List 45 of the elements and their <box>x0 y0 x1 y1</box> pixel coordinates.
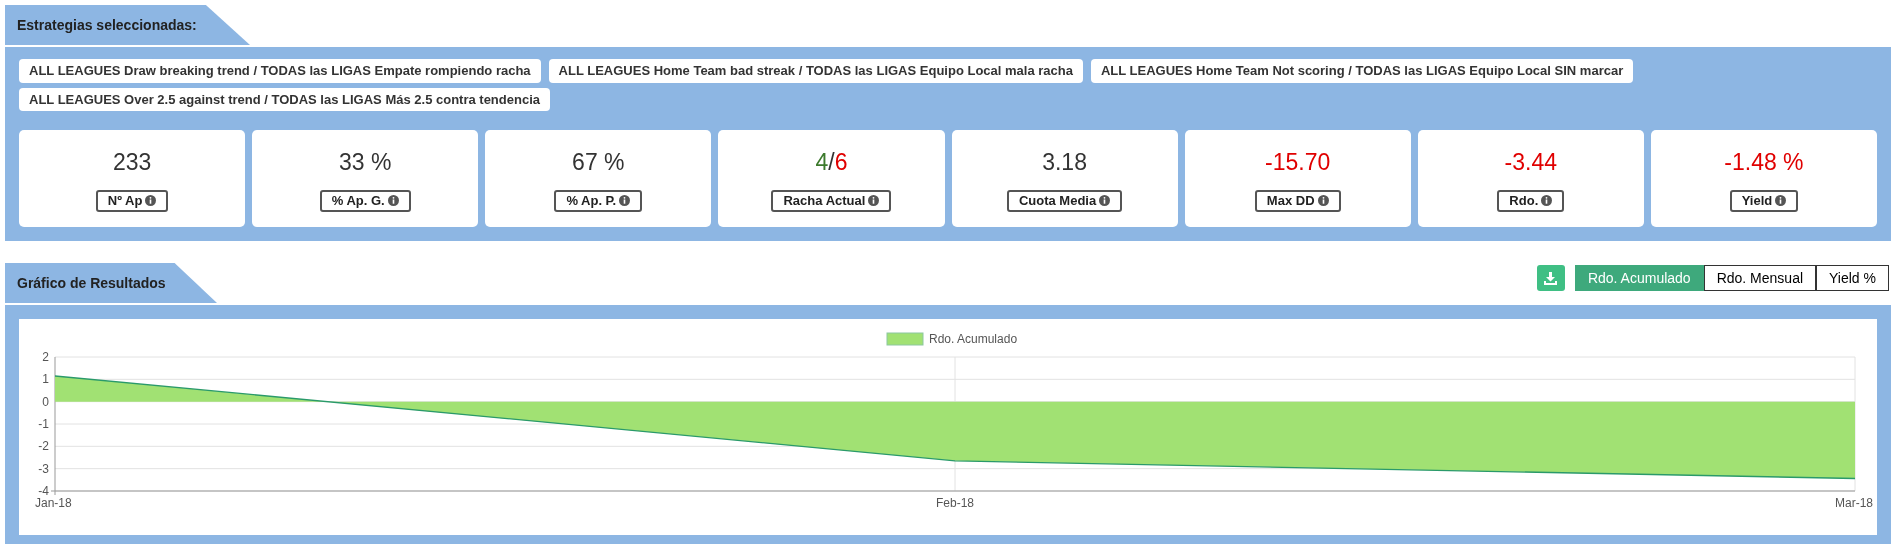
y-tick-label: -1 <box>38 417 49 431</box>
strategy-tag: ALL LEAGUES Draw breaking trend / TODAS las LIGAS Empate rompiendo racha <box>19 59 541 83</box>
download-button[interactable] <box>1536 265 1565 291</box>
stat-label[interactable]: Rdo. <box>1497 189 1565 212</box>
stat-value: 6 <box>834 148 848 178</box>
x-tick-label: Feb-18 <box>936 496 974 510</box>
y-tick-label: -3 <box>38 461 49 476</box>
stat-value: 33 % <box>338 148 392 178</box>
info-icon <box>1317 195 1329 207</box>
x-tick-label: Jan-18 <box>35 496 72 510</box>
view-tab[interactable]: Rdo. Mensual <box>1703 265 1817 291</box>
stat-value: 4 <box>815 148 829 178</box>
download-icon <box>1544 271 1558 285</box>
stat-value: / <box>828 148 835 178</box>
stat-value: 67 % <box>572 148 625 178</box>
stat-label[interactable]: Yield <box>1729 189 1799 212</box>
stat-label[interactable]: Nº Ap <box>95 189 169 212</box>
strategy-tag: ALL LEAGUES Home Team Not scoring / TODAS las LIGAS Equipo Local SIN marcar <box>1090 59 1634 83</box>
info-icon <box>619 195 631 207</box>
stat-label[interactable]: % Ap. P. <box>554 189 643 212</box>
y-tick-label: -2 <box>38 439 49 454</box>
x-tick-label: Mar-18 <box>1835 496 1873 510</box>
legend-label: Rdo. Acumulado <box>929 332 1018 346</box>
info-icon <box>387 195 399 207</box>
stat-value: -3.44 <box>1504 148 1558 178</box>
info-icon <box>1541 195 1553 207</box>
info-icon <box>1099 195 1111 207</box>
y-tick-label: 2 <box>42 350 49 364</box>
stat-label[interactable]: Max DD <box>1254 189 1341 212</box>
stat-value: -15.70 <box>1265 148 1331 178</box>
stat-value: -1.48 % <box>1724 148 1804 178</box>
stat-value: 233 <box>112 148 152 178</box>
view-tab[interactable]: Yield % <box>1816 265 1889 291</box>
strategy-tag: ALL LEAGUES Home Team bad streak / TODAS las LIGAS Equipo Local mala racha <box>548 59 1083 83</box>
stat-label[interactable]: Cuota Media <box>1006 189 1123 212</box>
info-icon <box>1775 195 1787 207</box>
y-tick-label: -4 <box>38 484 49 498</box>
stat-value: 3.18 <box>1042 148 1087 178</box>
stat-label[interactable]: Racha Actual <box>771 189 892 212</box>
info-icon <box>868 195 880 207</box>
y-tick-label: 0 <box>42 394 49 409</box>
info-icon <box>145 195 157 207</box>
y-tick-label: 1 <box>42 372 49 387</box>
strategy-tag: ALL LEAGUES Over 2.5 against trend / TODAS las LIGAS Más 2.5 contra tendencia <box>19 87 550 111</box>
stat-label[interactable]: % Ap. G. <box>319 189 411 212</box>
